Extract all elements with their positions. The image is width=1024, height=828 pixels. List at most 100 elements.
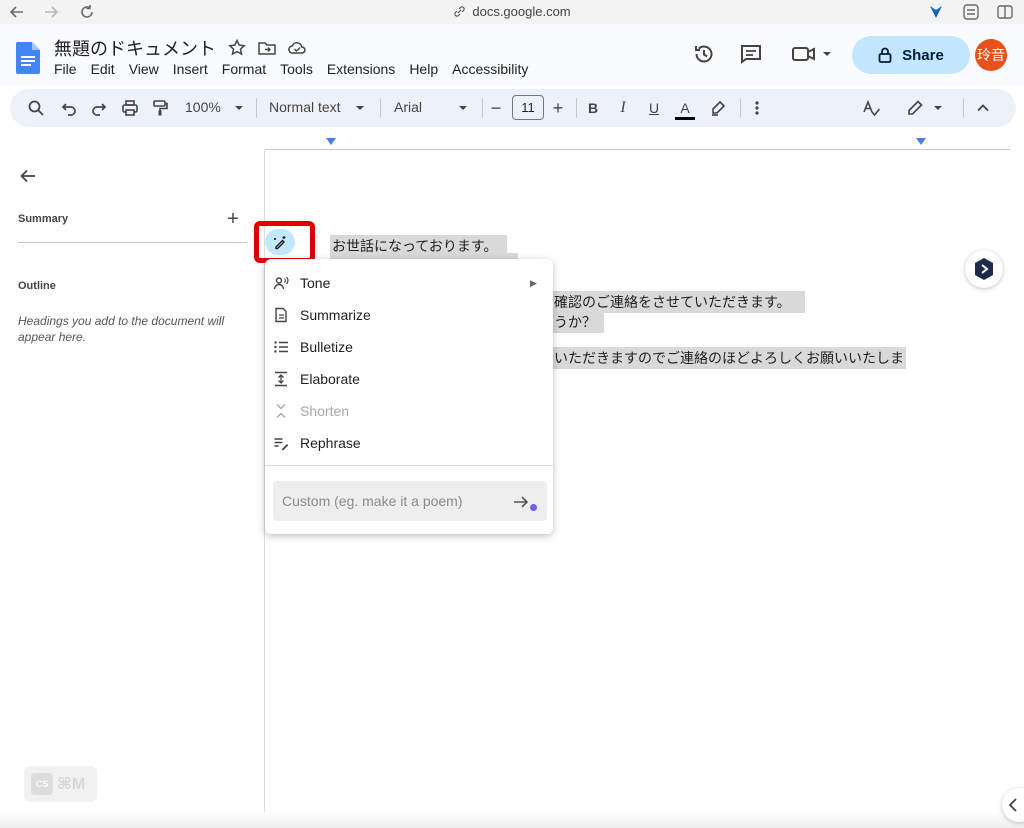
submit-arrow-icon[interactable] <box>511 492 531 512</box>
menu-tools[interactable]: Tools <box>280 61 313 77</box>
collapse-menus-icon[interactable] <box>973 98 993 118</box>
print-icon[interactable] <box>120 98 140 118</box>
cloud-saved-icon[interactable] <box>287 38 307 58</box>
voice-icon <box>273 275 289 291</box>
menu-item-summarize[interactable]: Summarize <box>265 299 553 331</box>
custom-prompt-input[interactable] <box>273 481 547 521</box>
more-icon[interactable] <box>747 98 767 118</box>
undo-icon[interactable] <box>59 98 79 118</box>
menu-file[interactable]: File <box>54 61 77 77</box>
style-dropdown-icon[interactable] <box>350 98 370 118</box>
toolbar-divider <box>380 98 381 118</box>
style-select[interactable]: Normal text <box>269 99 341 115</box>
help-me-write-button[interactable] <box>265 229 295 255</box>
menu-format[interactable]: Format <box>222 61 266 77</box>
spellcheck-icon[interactable] <box>862 98 882 118</box>
summary-divider <box>18 242 247 243</box>
outline-hint: Headings you add to the document will ap… <box>18 314 225 344</box>
document-line[interactable]: うか？ <box>552 311 604 333</box>
zoom-dropdown-icon[interactable] <box>229 98 249 118</box>
extension-icon[interactable] <box>927 3 945 21</box>
tab-settings-icon[interactable] <box>962 3 980 21</box>
bullet-list-icon <box>273 339 289 355</box>
menu-extensions[interactable]: Extensions <box>327 61 395 77</box>
toolbar-divider <box>482 98 483 118</box>
lock-icon <box>878 47 892 63</box>
editing-mode-dropdown-icon[interactable] <box>928 98 948 118</box>
submenu-arrow-icon: ▶ <box>530 278 537 288</box>
docs-logo-icon[interactable] <box>16 42 40 74</box>
url-text: docs.google.com <box>472 4 571 19</box>
document-title[interactable]: 無題のドキュメント <box>54 35 216 61</box>
right-indent-marker[interactable] <box>916 138 926 145</box>
editing-mode-icon[interactable] <box>905 98 925 118</box>
menu-item-label: Rephrase <box>300 435 361 451</box>
history-icon[interactable] <box>692 42 716 66</box>
menu-item-rephrase[interactable]: Rephrase <box>265 427 553 459</box>
font-dropdown-icon[interactable] <box>453 98 473 118</box>
star-icon[interactable] <box>227 38 247 58</box>
menu-bar: File Edit View Insert Format Tools Extensions H… <box>54 61 542 77</box>
italic-button[interactable]: I <box>613 98 633 118</box>
menu-help[interactable]: Help <box>409 61 438 77</box>
menu-item-label: Bulletize <box>300 339 353 355</box>
browser-bar: docs.google.com <box>0 0 1024 24</box>
url-bar[interactable]: docs.google.com <box>0 4 1024 19</box>
bold-button[interactable]: B <box>583 98 603 118</box>
menu-view[interactable]: View <box>129 61 159 77</box>
menu-item-label: Tone <box>300 275 331 291</box>
document-line[interactable]: 確認のご連絡をさせていただきます。 <box>552 291 805 313</box>
menu-item-label: Elaborate <box>300 371 360 387</box>
link-icon <box>453 5 466 18</box>
expand-panel-button[interactable] <box>1002 788 1024 822</box>
menu-accessibility[interactable]: Accessibility <box>452 61 528 77</box>
share-button[interactable]: Share <box>852 36 970 74</box>
collapse-icon <box>273 403 289 419</box>
text-color-button[interactable]: A <box>675 98 695 120</box>
toolbar-divider <box>576 98 577 118</box>
highlight-icon[interactable] <box>708 98 728 118</box>
magic-pen-icon <box>274 236 286 250</box>
summary-label: Summary <box>18 213 69 225</box>
menu-edit[interactable]: Edit <box>91 61 115 77</box>
status-dot <box>530 504 537 511</box>
back-arrow-icon[interactable] <box>18 166 38 186</box>
increase-font-size-button[interactable]: + <box>548 98 568 118</box>
ruler <box>265 149 1010 150</box>
outline-label: Outline <box>18 280 56 292</box>
underline-button[interactable]: U <box>644 98 664 118</box>
document-line[interactable]: いただきますのでご連絡のほどよろしくお願いいたしま <box>552 347 906 369</box>
comments-icon[interactable] <box>739 42 763 66</box>
bottom-shadow <box>0 812 1024 828</box>
expand-icon <box>273 371 289 387</box>
document-icon <box>273 307 289 323</box>
chevron-left-icon <box>1008 798 1017 812</box>
font-select[interactable]: Arial <box>394 99 422 115</box>
menu-item-shorten[interactable]: Shorten <box>265 395 553 427</box>
shortcut-label: ⌘M <box>57 776 86 793</box>
add-summary-button[interactable]: + <box>224 209 242 229</box>
redo-icon[interactable] <box>89 98 109 118</box>
avatar[interactable]: 玲音 <box>975 39 1007 71</box>
move-folder-icon[interactable] <box>257 38 277 58</box>
toolbar: 100% Normal text Arial − 11 + B I U A <box>10 89 1016 127</box>
menu-item-elaborate[interactable]: Elaborate <box>265 363 553 395</box>
assistant-extension-button[interactable] <box>965 250 1003 288</box>
toolbar-divider <box>740 98 741 118</box>
menu-item-tone[interactable]: Tone ▶ <box>265 267 553 299</box>
menu-item-bulletize[interactable]: Bulletize <box>265 331 553 363</box>
menu-insert[interactable]: Insert <box>173 61 208 77</box>
docs-header: 無題のドキュメント File Edit View Insert Format Tools E… <box>0 24 1024 86</box>
menu-divider <box>265 465 553 466</box>
search-icon[interactable] <box>26 98 46 118</box>
menu-item-label: Summarize <box>300 307 371 323</box>
font-size-input[interactable]: 11 <box>512 95 544 120</box>
extension-shortcut-badge[interactable]: CS ⌘M <box>24 766 97 802</box>
meet-icon[interactable] <box>791 42 835 66</box>
left-indent-marker[interactable] <box>326 138 336 145</box>
sidebar-icon[interactable] <box>996 3 1014 21</box>
help-me-write-menu: Tone ▶ Summarize Bulletize Elaborate Sho… <box>265 259 553 534</box>
decrease-font-size-button[interactable]: − <box>486 98 506 118</box>
zoom-select[interactable]: 100% <box>185 99 221 115</box>
paint-format-icon[interactable] <box>150 98 170 118</box>
